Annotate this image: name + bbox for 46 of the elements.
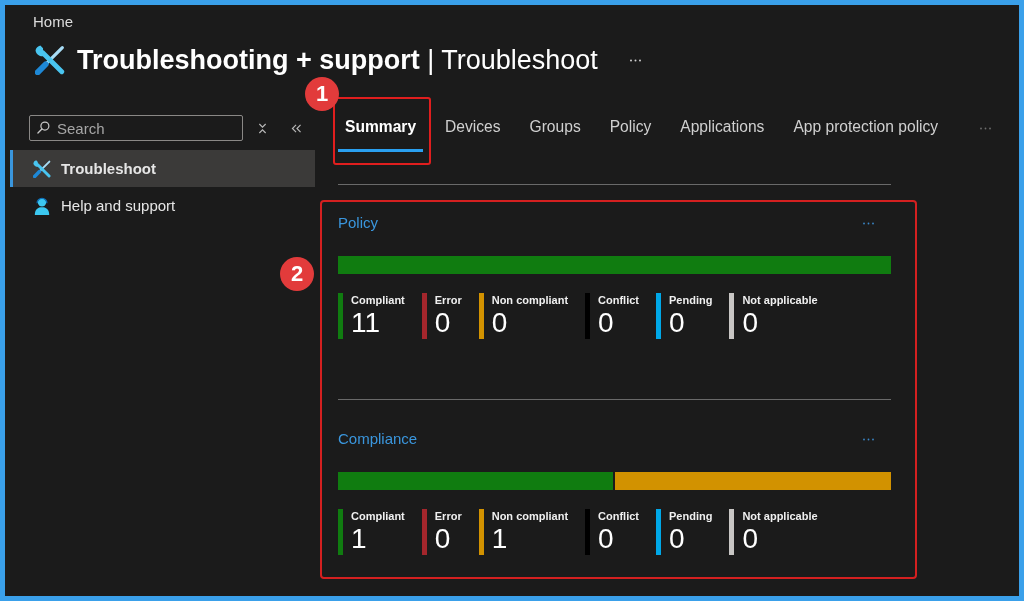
sidebar-item[interactable]: Help and support	[10, 187, 315, 224]
status-count: 0	[669, 307, 686, 339]
tab[interactable]: App protection policy	[786, 105, 946, 152]
status-label: Conflict	[598, 509, 640, 523]
tab[interactable]: Applications	[673, 105, 772, 152]
card-title: Policy	[338, 213, 378, 233]
tab[interactable]: Groups	[522, 105, 588, 152]
more-icon[interactable]	[628, 58, 642, 62]
sidebar-item[interactable]: Troubleshoot	[10, 150, 315, 187]
status-count: 0	[669, 523, 686, 555]
status-label: Error	[434, 293, 462, 307]
tools-icon	[35, 45, 65, 75]
tab[interactable]: Devices	[438, 105, 508, 152]
status-count: 0	[598, 523, 615, 555]
status-count: 0	[491, 307, 509, 339]
step-number-badge: 1	[305, 77, 339, 111]
status-count: 11	[351, 307, 382, 339]
collapse-all-icon[interactable]	[258, 122, 267, 134]
person-icon	[33, 196, 51, 215]
search-field[interactable]: Search	[29, 115, 243, 141]
status-count: 1	[491, 523, 509, 555]
page-title: Troubleshooting + support | Troubleshoot	[77, 44, 598, 77]
breadcrumb-link[interactable]: Home	[33, 12, 73, 32]
status-label: Compliant	[351, 509, 405, 523]
status-count: 0	[434, 523, 452, 555]
tools-icon	[33, 159, 51, 178]
status-label: Pending	[669, 509, 713, 523]
status-label: Not applicable	[742, 293, 818, 307]
status-label: Non compliant	[491, 293, 569, 307]
status-count: 0	[742, 307, 759, 339]
status-label: Error	[434, 509, 462, 523]
status-label: Compliant	[351, 293, 405, 307]
tab[interactable]: Policy	[602, 105, 659, 152]
status-label: Pending	[669, 293, 713, 307]
status-count: 0	[434, 307, 452, 339]
status-count: 0	[598, 307, 615, 339]
tab[interactable]: Summary	[338, 105, 424, 152]
double-chevron-left-icon[interactable]	[291, 123, 302, 133]
status-count: 0	[742, 523, 759, 555]
card-title: Compliance	[338, 429, 418, 449]
search-icon	[37, 121, 50, 134]
status-label: Conflict	[598, 293, 640, 307]
status-count: 1	[351, 523, 368, 555]
status-label: Not applicable	[742, 509, 818, 523]
status-label: Non compliant	[491, 509, 569, 523]
step-number-badge: 2	[280, 257, 314, 291]
